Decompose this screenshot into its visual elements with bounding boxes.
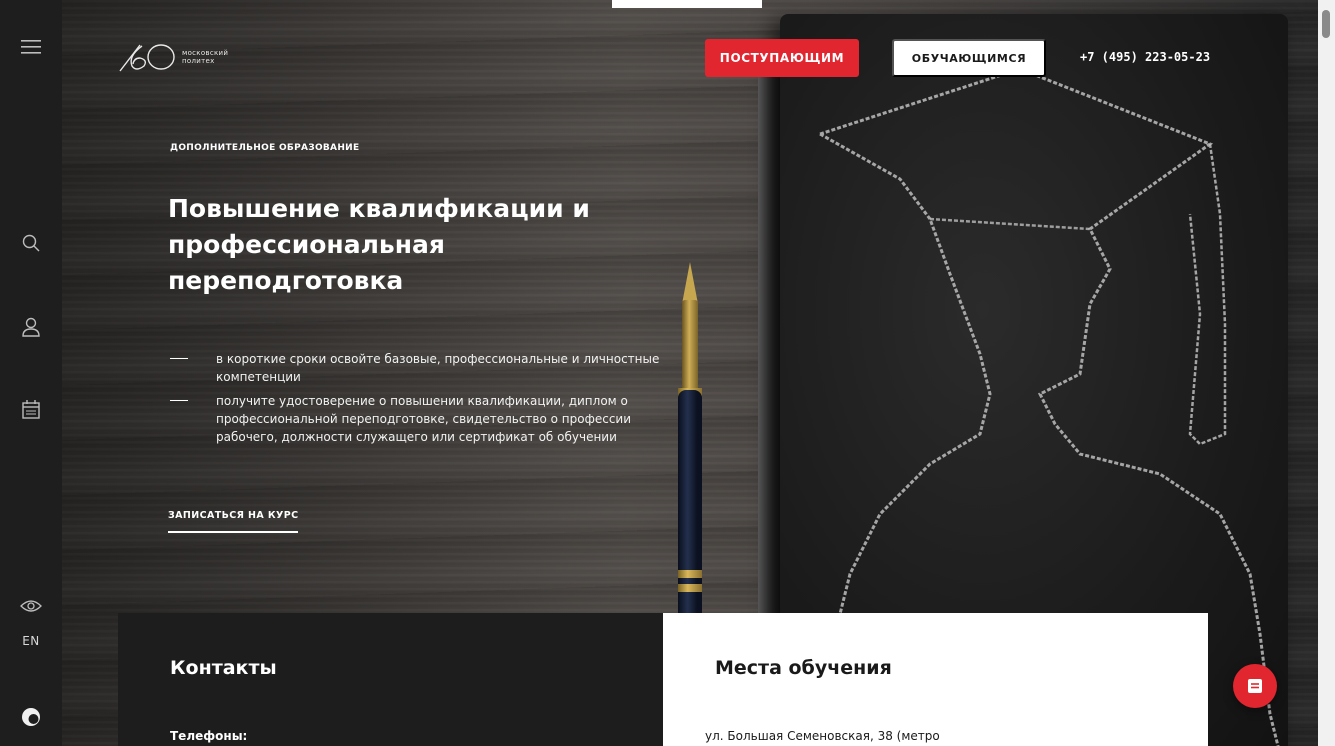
calendar-icon[interactable] xyxy=(0,396,62,422)
feedback-button[interactable] xyxy=(1233,664,1277,708)
scrollbar-track[interactable] xyxy=(1318,0,1335,746)
enroll-course-link[interactable]: ЗАПИСАТЬСЯ НА КУРС xyxy=(168,510,299,533)
locations-heading: Места обучения xyxy=(715,657,892,679)
logo-160-icon xyxy=(119,44,175,72)
pen-grip-image xyxy=(682,300,698,392)
pen-nib-image xyxy=(682,262,698,304)
app-logo-icon[interactable] xyxy=(0,704,62,730)
search-icon[interactable] xyxy=(0,230,62,256)
eye-icon[interactable] xyxy=(0,594,62,618)
students-button[interactable]: ОБУЧАЮЩИМСЯ xyxy=(892,39,1046,77)
logo-line1: московский xyxy=(182,49,229,57)
fountain-pen-image xyxy=(678,390,702,630)
language-switch[interactable]: EN xyxy=(0,631,62,651)
list-item: получите удостоверение о повышении квали… xyxy=(170,392,670,446)
menu-icon[interactable] xyxy=(0,34,62,60)
document-icon xyxy=(1248,679,1262,693)
user-icon[interactable] xyxy=(0,314,62,340)
page-title: Повышение квалификации и профессиональна… xyxy=(168,194,590,295)
benefits-list: в короткие сроки освойте базовые, профес… xyxy=(170,350,670,452)
applicants-button[interactable]: ПОСТУПАЮЩИМ xyxy=(705,39,859,77)
contacts-panel: Контакты Телефоны: xyxy=(118,613,663,746)
logo-line2: политех xyxy=(182,57,215,65)
section-overline: ДОПОЛНИТЕЛЬНОЕ ОБРАЗОВАНИЕ xyxy=(170,143,360,153)
locations-panel: Места обучения ул. Большая Семеновская, … xyxy=(663,613,1208,746)
sidebar: EN xyxy=(0,0,62,746)
contacts-heading: Контакты xyxy=(170,657,277,679)
phone-link[interactable]: +7 (495) 223-05-23 xyxy=(1080,50,1210,64)
scrollbar-thumb[interactable] xyxy=(1322,10,1330,38)
phones-label: Телефоны: xyxy=(170,729,248,743)
site-logo[interactable]: московский политех xyxy=(118,42,228,72)
list-item: в короткие сроки освойте базовые, профес… xyxy=(170,350,670,386)
location-address: ул. Большая Семеновская, 38 (метро xyxy=(705,729,940,743)
